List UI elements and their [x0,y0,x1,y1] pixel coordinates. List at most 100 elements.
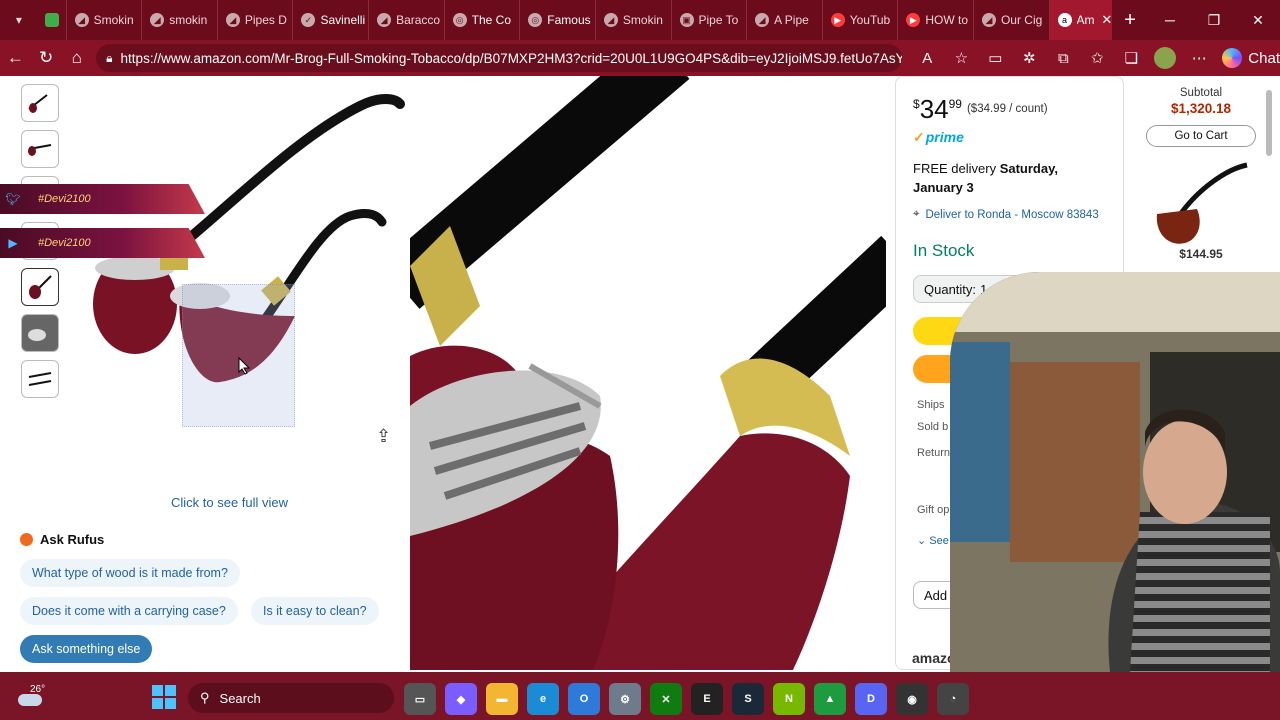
read-aloud-icon[interactable]: A [910,40,944,76]
maximize-icon[interactable]: ❐ [1192,0,1236,40]
obs-icon[interactable]: ◉ [896,683,928,715]
ask-rufus-header: Ask Rufus [20,532,104,547]
browser-tab[interactable]: ▶ HOW to [897,0,973,40]
price-whole: 34 [919,94,949,124]
share-icon[interactable]: ⇪ [376,426,391,447]
location-pin-icon: ⌖ [913,208,920,220]
extension-icon[interactable]: ▭ [978,40,1012,76]
home-icon[interactable]: ⌂ [61,40,92,76]
social-handle-banner: ▶ #Devi2100 [0,228,205,258]
weather-widget[interactable]: 26° [0,672,60,720]
close-tab-icon[interactable]: ✕ [1101,12,1112,28]
returns-label: Return [917,447,951,459]
pipe-icon: ◢ [981,13,996,27]
browser-tab-active[interactable]: a Am ✕ [1048,0,1113,40]
taskbar-apps: ▭ ◆ ▬ e O ⚙ ✕ E S N ▲ D ◉ ◔ [404,683,969,715]
browser-tab[interactable]: ◢ Pipes D [216,0,293,40]
delivery-info: FREE delivery Saturday, January 3 [913,159,1093,197]
browser-tab[interactable]: ▶ YouTub [821,0,898,40]
browser-tab[interactable]: ◢ smokin [141,0,217,40]
chat-button[interactable]: Chat [1222,40,1280,76]
steam-icon[interactable]: S [732,683,764,715]
more-menu-icon[interactable]: ⋯ [1182,40,1216,76]
nvidia-icon[interactable]: N [773,683,805,715]
browser-tab[interactable]: ◢ A Pipe [746,0,822,40]
pipe-icon: ◢ [755,13,770,27]
ask-something-else-button[interactable]: Ask something else [20,635,153,663]
globe-icon: ◎ [452,13,467,27]
thumbnail[interactable] [21,130,59,168]
minimize-icon[interactable]: ─ [1148,0,1192,40]
youtube-icon: ▶ [8,236,18,250]
browser-tab[interactable]: ▣ Pipe To [670,0,747,40]
scrollbar[interactable] [1266,90,1272,156]
gift-options-label: Gift op [917,504,950,516]
rufus-question-chip[interactable]: What type of wood is it made from? [20,559,240,587]
subtotal-label: Subtotal [1179,87,1223,99]
zoom-lens [182,284,295,427]
stock-status: In Stock [913,241,975,260]
edge-icon[interactable]: e [527,683,559,715]
cart-sidebar: Subtotal $1,320.18 Go to Cart $144.95 [1140,76,1262,276]
file-explorer-icon[interactable]: ▬ [486,683,518,715]
taskbar-search[interactable]: ⚲ Search [188,683,394,713]
pipe-icon: ▣ [679,13,694,27]
browser-tab[interactable]: ◎ The Co [443,0,520,40]
zoomed-image-pane [410,76,886,670]
favorite-star-icon[interactable]: ☆ [944,40,978,76]
browser-tab[interactable]: ◢ Baracco [368,0,444,40]
url-input[interactable]: 🔒︎ https://www.amazon.com/Mr-Brog-Full-S… [96,44,903,72]
favorites-icon[interactable]: ✩ [1080,40,1114,76]
outlook-icon[interactable]: O [568,683,600,715]
speedometer-icon[interactable]: ◔ [937,683,969,715]
settings-icon[interactable]: ⚙ [609,683,641,715]
tab-bar: ▾ ◢ Smokin ◢ smokin ◢ Pipes D ✓ Savinelli ◢ B… [0,0,1280,40]
browser-tab[interactable]: ◢ Smokin [594,0,671,40]
subtotal-value: $1,320.18 [1170,101,1232,116]
copilot-icon [1222,48,1243,68]
deliver-to-link[interactable]: ⌖ Deliver to Ronda - Moscow 83843 [913,208,1099,221]
prime-label: prime [925,129,964,145]
epic-games-icon[interactable]: E [691,683,723,715]
rufus-question-chip[interactable]: Is it easy to clean? [251,597,379,625]
workspaces-icon[interactable] [38,13,66,27]
quantity-label: Quantity: [924,281,977,297]
browser-tab[interactable]: ✓ Savinelli [292,0,368,40]
browser-tab[interactable]: ◢ Our Cig [972,0,1049,40]
discord-icon[interactable]: D [855,683,887,715]
thumbnail-selected[interactable] [21,268,59,306]
profile-avatar[interactable] [1154,47,1177,69]
new-tab-icon[interactable]: + [1112,0,1148,40]
copilot-app-icon[interactable]: ◆ [445,683,477,715]
webcam-overlay [950,272,1280,672]
close-window-icon[interactable]: ✕ [1236,0,1280,40]
browser-tab[interactable]: ◎ Famous [519,0,595,40]
click-full-view-link[interactable]: Click to see full view [171,495,288,510]
cloud-icon [18,694,42,706]
xbox-icon[interactable]: ✕ [650,683,682,715]
browser-tab[interactable]: ◢ Smokin [65,0,142,40]
chevron-down-icon: ⌄ [917,535,930,547]
rufus-question-chip[interactable]: Does it come with a carrying case? [20,597,238,625]
split-screen-icon[interactable]: ⧉ [1046,40,1080,76]
reload-icon[interactable]: ↻ [31,40,62,76]
see-more-link[interactable]: ⌄ See [917,534,949,547]
thumbnail[interactable] [21,84,59,122]
price-currency: $ [913,97,920,111]
thumbnail[interactable] [21,360,59,398]
see-more-label: See [929,535,949,547]
prime-badge: ✓prime [913,129,964,146]
puzzle-extensions-icon[interactable]: ✲ [1012,40,1046,76]
search-label: Search [219,690,261,706]
tab-actions-menu-icon[interactable]: ▾ [0,0,38,40]
windows-start-icon[interactable] [152,685,176,709]
game-app-icon[interactable]: ▲ [814,683,846,715]
thumbnail[interactable] [21,314,59,352]
unit-price: ($34.99 / count) [966,103,1048,115]
back-icon[interactable]: ← [0,40,31,76]
cart-item-image[interactable] [1147,159,1255,247]
pipe-icon: ◢ [603,13,618,27]
go-to-cart-button[interactable]: Go to Cart [1146,125,1256,147]
collections-icon[interactable]: ❏ [1114,40,1148,76]
task-view-icon[interactable]: ▭ [404,683,436,715]
